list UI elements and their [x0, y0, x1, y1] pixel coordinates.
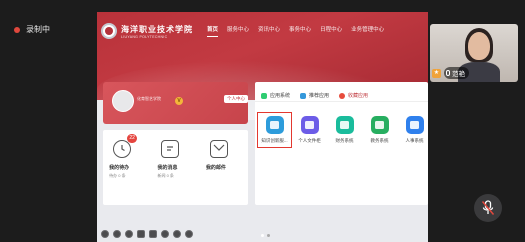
vip-badge: V	[175, 97, 183, 105]
app-personnel[interactable]: 人事系统	[401, 116, 428, 144]
school-name-en: LIUYANG POLYTECHNIC	[121, 34, 168, 39]
page-dot[interactable]	[267, 234, 270, 237]
participant-face	[468, 32, 490, 60]
app-label: 知识创新服...	[261, 138, 288, 143]
stat-sub: 新闻 0 条	[157, 173, 174, 178]
mic-icon	[446, 70, 450, 76]
nav-info-center[interactable]: 资讯中心	[258, 25, 280, 37]
more-icon[interactable]	[173, 230, 181, 238]
apps-icon	[300, 92, 307, 99]
page-indicator	[261, 234, 270, 237]
pen-icon[interactable]	[125, 230, 133, 238]
app-label: 个人文件柜	[298, 138, 321, 143]
stat-todo[interactable]: 22 我的待办 待办 0 条	[107, 134, 147, 205]
host-icon: ★	[432, 68, 441, 78]
school-name: 海洋职业技术学院	[121, 23, 193, 34]
participant-tag: ★ 范艳	[432, 67, 469, 79]
meeting-window: 录制中 海洋职业技术学院 LIUYANG POLYTECHNIC 首页 服务中心…	[0, 0, 525, 242]
nav-affairs-center[interactable]: 事务中心	[289, 25, 311, 37]
tab-favorite-apps[interactable]: 收藏应用	[339, 90, 368, 101]
personal-center-button[interactable]: 个人中心	[224, 95, 248, 103]
user-school: 化育智艺学院	[137, 96, 161, 101]
stat-mail[interactable]: 我的邮件	[204, 140, 244, 205]
todo-count-badge: 22	[127, 134, 138, 143]
tab-label: 收藏应用	[348, 93, 369, 99]
nav-home[interactable]: 首页	[207, 25, 219, 37]
stat-title: 我的邮件	[205, 165, 226, 171]
recording-indicator[interactable]: 录制中	[14, 24, 50, 35]
finance-icon	[335, 116, 354, 134]
stat-sub: 待办 0 条	[109, 173, 126, 178]
mic-muted-icon	[481, 200, 495, 215]
record-dot-icon	[14, 26, 20, 33]
app-tabs: 应用系统 推荐应用 收藏应用	[255, 82, 428, 102]
participant-name: 范艳	[452, 71, 465, 78]
app-finance[interactable]: 财务系统	[331, 116, 358, 144]
apps-panel: 应用系统 推荐应用 收藏应用 知识创新服... 个人文件柜 财务系统 教务系统 …	[255, 82, 428, 205]
stat-title: 我的待办	[109, 165, 130, 171]
undo-icon[interactable]	[101, 230, 109, 238]
personnel-icon	[405, 116, 424, 134]
app-label: 财务系统	[335, 138, 354, 143]
mail-icon	[209, 140, 228, 158]
school-logo: 海洋职业技术学院 LIUYANG POLYTECHNIC	[121, 24, 193, 39]
mute-mic-button[interactable]	[474, 194, 502, 222]
annotation-toolbar	[97, 226, 217, 242]
school-logo-icon	[101, 23, 117, 39]
app-label: 教务系统	[370, 138, 389, 143]
grid-icon	[261, 92, 267, 99]
redo-icon[interactable]	[113, 230, 121, 238]
tab-app-system[interactable]: 应用系统	[261, 90, 290, 101]
shared-screen: 海洋职业技术学院 LIUYANG POLYTECHNIC 首页 服务中心 资讯中…	[97, 12, 428, 242]
app-academic[interactable]: 教务系统	[366, 116, 393, 144]
shape-icon[interactable]	[149, 230, 157, 238]
academic-icon	[370, 116, 389, 134]
file-cabinet-icon	[300, 116, 319, 134]
portal-navbar: 海洋职业技术学院 LIUYANG POLYTECHNIC 首页 服务中心 资讯中…	[97, 18, 428, 44]
page-dot[interactable]	[261, 234, 264, 237]
comment-icon[interactable]	[161, 230, 169, 238]
participant-name-pill: 范艳	[444, 67, 469, 79]
app-personal-files[interactable]: 个人文件柜	[296, 116, 323, 144]
stat-title: 我的消息	[157, 165, 178, 171]
app-knowledge-innovation[interactable]: 知识创新服...	[257, 112, 292, 148]
stats-card: 22 我的待办 待办 0 条 我的消息 新闻 0 条 我的邮件	[103, 130, 248, 205]
collapse-icon[interactable]	[185, 230, 193, 238]
nav-service-center[interactable]: 服务中心	[227, 25, 249, 37]
stat-messages[interactable]: 我的消息 新闻 0 条	[155, 140, 195, 205]
clock-icon: 22	[113, 134, 138, 158]
app-grid: 知识创新服... 个人文件柜 财务系统 教务系统 人事系统	[255, 102, 428, 148]
message-icon	[161, 140, 180, 158]
heart-icon	[339, 92, 346, 99]
tab-label: 应用系统	[270, 93, 291, 99]
knowledge-app-icon	[265, 116, 284, 134]
avatar[interactable]	[112, 90, 134, 112]
select-icon[interactable]	[137, 230, 145, 238]
tab-recommended-apps[interactable]: 推荐应用	[300, 90, 329, 101]
recording-label: 录制中	[26, 25, 50, 34]
participant-video[interactable]: ★ 范艳	[430, 24, 518, 82]
portal-nav: 首页 服务中心 资讯中心 事务中心 日程中心 业务管理中心	[207, 25, 384, 37]
nav-business-center[interactable]: 业务管理中心	[351, 25, 384, 37]
app-label: 人事系统	[405, 138, 424, 143]
tab-label: 推荐应用	[309, 93, 330, 99]
user-card: 化育智艺学院 V 个人中心	[103, 82, 248, 124]
nav-schedule-center[interactable]: 日程中心	[320, 25, 342, 37]
